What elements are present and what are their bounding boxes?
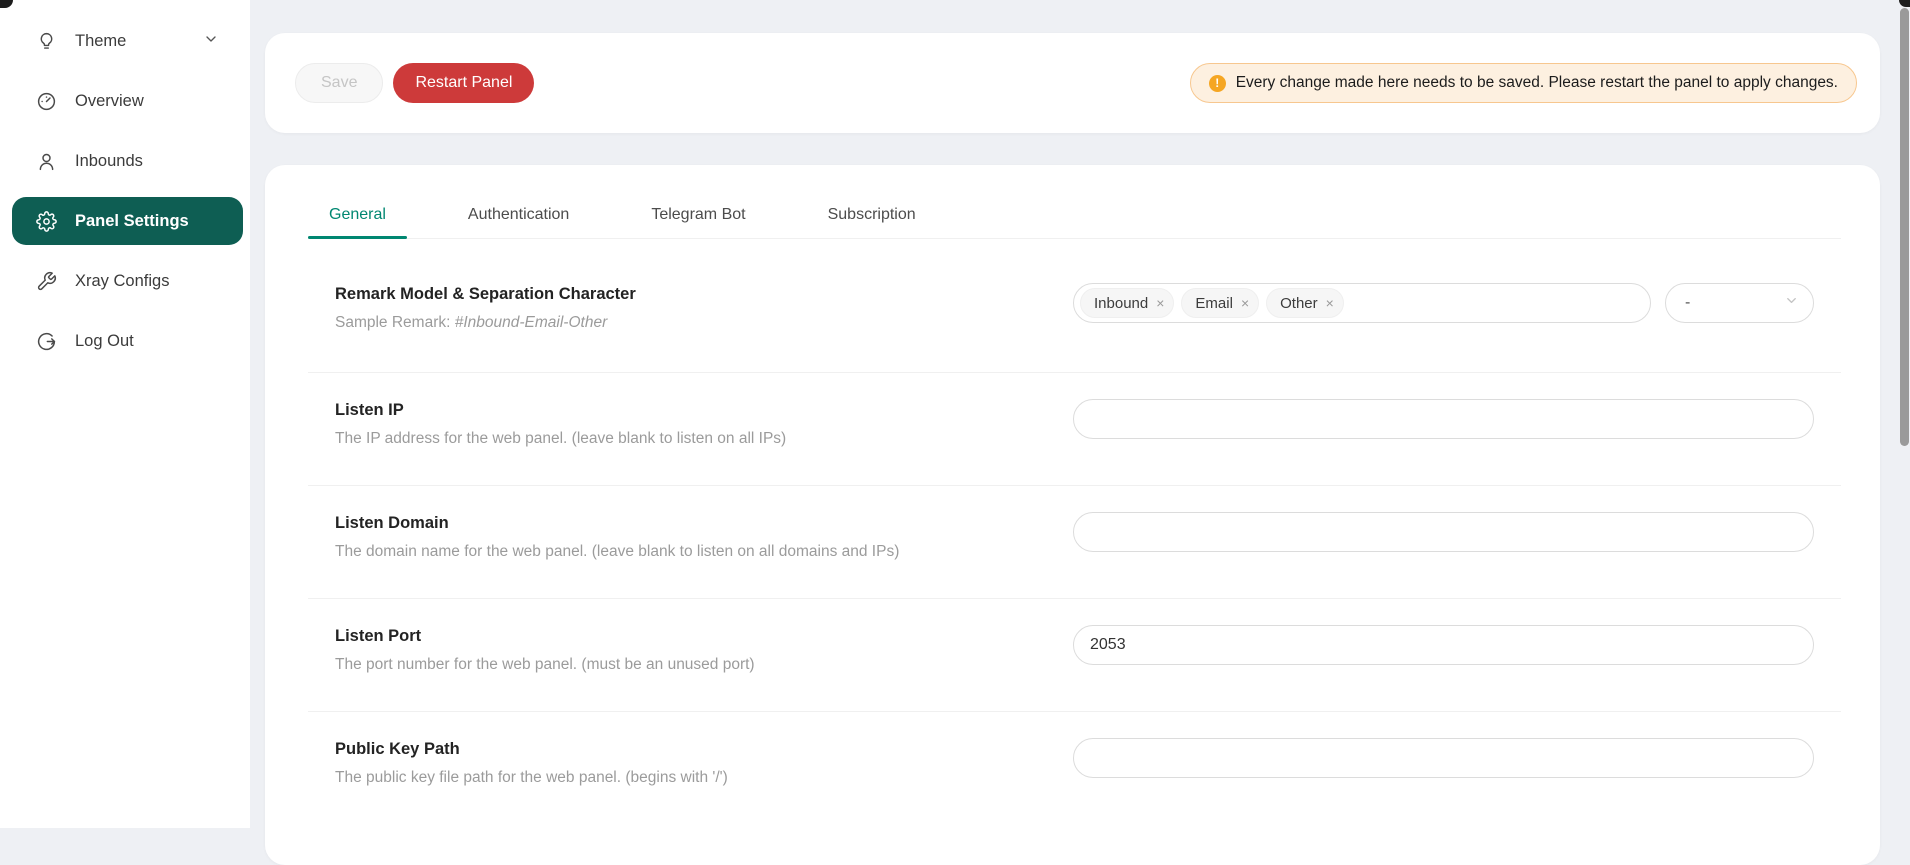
sample-remark-prefix: Sample Remark: xyxy=(335,314,455,331)
tag-label: Other xyxy=(1280,295,1318,312)
tab-authentication[interactable]: Authentication xyxy=(447,192,590,238)
sidebar-item-label: Panel Settings xyxy=(75,212,189,231)
sidebar-item-label: Theme xyxy=(75,32,126,51)
separation-character-select[interactable]: - xyxy=(1665,283,1814,323)
settings-card: General Authentication Telegram Bot Subs… xyxy=(265,165,1880,865)
field-label: Listen IP xyxy=(335,401,1073,420)
action-bar: Save Restart Panel ! Every change made h… xyxy=(265,33,1880,133)
field-description: The port number for the web panel. (must… xyxy=(335,656,1073,674)
vertical-scrollbar-thumb[interactable] xyxy=(1900,8,1909,446)
sidebar: Theme Overview Inbounds Panel Settings xyxy=(0,0,250,828)
warning-alert: ! Every change made here needs to be sav… xyxy=(1190,63,1857,103)
field-description: The IP address for the web panel. (leave… xyxy=(335,430,1073,448)
public-key-path-input[interactable] xyxy=(1073,738,1814,778)
field-description: The domain name for the web panel. (leav… xyxy=(335,543,1073,561)
sidebar-item-overview[interactable]: Overview xyxy=(12,77,243,125)
tag-label: Email xyxy=(1195,295,1233,312)
chevron-down-icon xyxy=(203,31,219,52)
chevron-down-icon xyxy=(1784,293,1799,313)
field-label: Listen Domain xyxy=(335,514,1073,533)
warning-alert-text: Every change made here needs to be saved… xyxy=(1236,74,1838,92)
gear-icon xyxy=(36,211,57,232)
form-row-listen-ip: Listen IP The IP address for the web pan… xyxy=(308,373,1841,486)
form-row-listen-domain: Listen Domain The domain name for the we… xyxy=(308,486,1841,599)
save-button[interactable]: Save xyxy=(295,63,383,103)
wrench-icon xyxy=(36,271,57,292)
tag-inbound: Inbound × xyxy=(1080,288,1174,318)
user-icon xyxy=(36,151,57,172)
sidebar-item-label: Overview xyxy=(75,92,144,111)
main-content: Save Restart Panel ! Every change made h… xyxy=(250,0,1910,828)
sidebar-item-label: Xray Configs xyxy=(75,272,169,291)
form-row-public-key-path: Public Key Path The public key file path… xyxy=(308,712,1841,824)
logout-icon xyxy=(36,331,57,352)
sidebar-item-label: Inbounds xyxy=(75,152,143,171)
sidebar-item-theme[interactable]: Theme xyxy=(12,17,243,65)
tag-label: Inbound xyxy=(1094,295,1148,312)
sidebar-item-panel-settings[interactable]: Panel Settings xyxy=(12,197,243,245)
field-label: Listen Port xyxy=(335,627,1073,646)
form-row-listen-port: Listen Port The port number for the web … xyxy=(308,599,1841,712)
sidebar-item-inbounds[interactable]: Inbounds xyxy=(12,137,243,185)
remark-model-multiselect[interactable]: Inbound × Email × Other × xyxy=(1073,283,1651,323)
field-description: Sample Remark: #Inbound-Email-Other xyxy=(335,314,1073,332)
tab-subscription[interactable]: Subscription xyxy=(807,192,937,238)
sidebar-item-label: Log Out xyxy=(75,332,134,351)
remove-tag-icon[interactable]: × xyxy=(1326,296,1334,310)
separation-character-value: - xyxy=(1685,294,1690,312)
field-label: Public Key Path xyxy=(335,740,1073,759)
sidebar-item-log-out[interactable]: Log Out xyxy=(12,317,243,365)
tag-other: Other × xyxy=(1266,288,1344,318)
listen-domain-input[interactable] xyxy=(1073,512,1814,552)
tag-email: Email × xyxy=(1181,288,1259,318)
remove-tag-icon[interactable]: × xyxy=(1156,296,1164,310)
sample-remark-value: #Inbound-Email-Other xyxy=(455,314,608,331)
tab-telegram-bot[interactable]: Telegram Bot xyxy=(630,192,766,238)
tab-bar: General Authentication Telegram Bot Subs… xyxy=(308,165,1841,239)
sidebar-item-xray-configs[interactable]: Xray Configs xyxy=(12,257,243,305)
listen-ip-input[interactable] xyxy=(1073,399,1814,439)
field-description: The public key file path for the web pan… xyxy=(335,769,1073,787)
warning-exclamation-icon: ! xyxy=(1209,75,1226,92)
form-row-remark-model: Remark Model & Separation Character Samp… xyxy=(308,239,1841,373)
dashboard-icon xyxy=(36,91,57,112)
tab-general[interactable]: General xyxy=(308,192,407,238)
field-label: Remark Model & Separation Character xyxy=(335,285,1073,304)
listen-port-input[interactable] xyxy=(1073,625,1814,665)
restart-panel-button[interactable]: Restart Panel xyxy=(393,63,534,103)
lightbulb-icon xyxy=(36,31,57,52)
remove-tag-icon[interactable]: × xyxy=(1241,296,1249,310)
